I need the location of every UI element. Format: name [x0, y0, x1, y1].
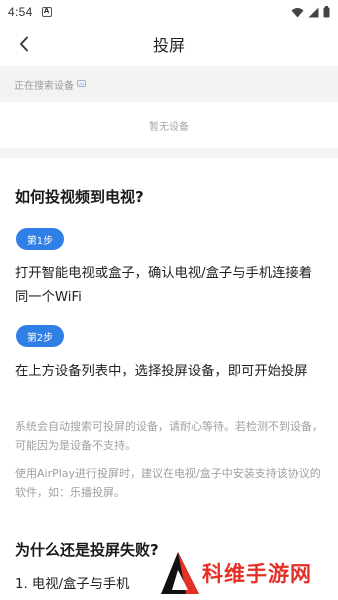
page-title: 投屏 — [152, 36, 185, 55]
signal-icon — [308, 7, 319, 17]
guide-title: 如何投视频到电视? — [15, 188, 144, 206]
nav-bar: 投屏 — [0, 24, 338, 64]
back-button[interactable] — [12, 32, 36, 56]
device-list: 暂无设备 — [0, 102, 338, 148]
status-icons — [291, 6, 330, 18]
search-status-bar: 正在搜索设备 — [0, 66, 338, 102]
status-time: 4:54 — [8, 5, 33, 19]
wifi-icon — [291, 7, 304, 17]
section-divider — [0, 148, 338, 158]
step-1-text: 打开智能电视或盒子，确认电视/盒子与手机连接着同一个WiFi — [15, 266, 313, 305]
failure-title: 为什么还是投屏失败? — [15, 541, 159, 559]
guide-note-airplay: 使用AirPlay进行投屏时，建议在电视/盒子中安装支持该协议的软件，如：乐播投… — [15, 467, 321, 499]
step-2-badge: 第2步 — [16, 325, 64, 347]
chevron-left-icon — [20, 36, 28, 52]
watermark-text: 科维手游网 — [202, 562, 312, 586]
empty-devices-text: 暂无设备 — [149, 121, 189, 133]
searching-wave-icon — [77, 79, 86, 87]
watermark: 科维手游网 — [160, 550, 312, 596]
status-bar: 4:54 A — [0, 0, 338, 24]
search-status-text: 正在搜索设备 — [14, 80, 74, 92]
app-notification-icon: A — [41, 7, 52, 17]
step-2-text: 在上方设备列表中，选择投屏设备，即可开始投屏 — [15, 364, 308, 379]
battery-icon — [323, 6, 330, 18]
step-1-badge: 第1步 — [16, 228, 64, 250]
watermark-logo-icon — [161, 552, 199, 594]
guide-note-search: 系统会自动搜索可投屏的设备，请耐心等待。若检测不到设备，可能因为是设备不支持。 — [15, 420, 323, 452]
